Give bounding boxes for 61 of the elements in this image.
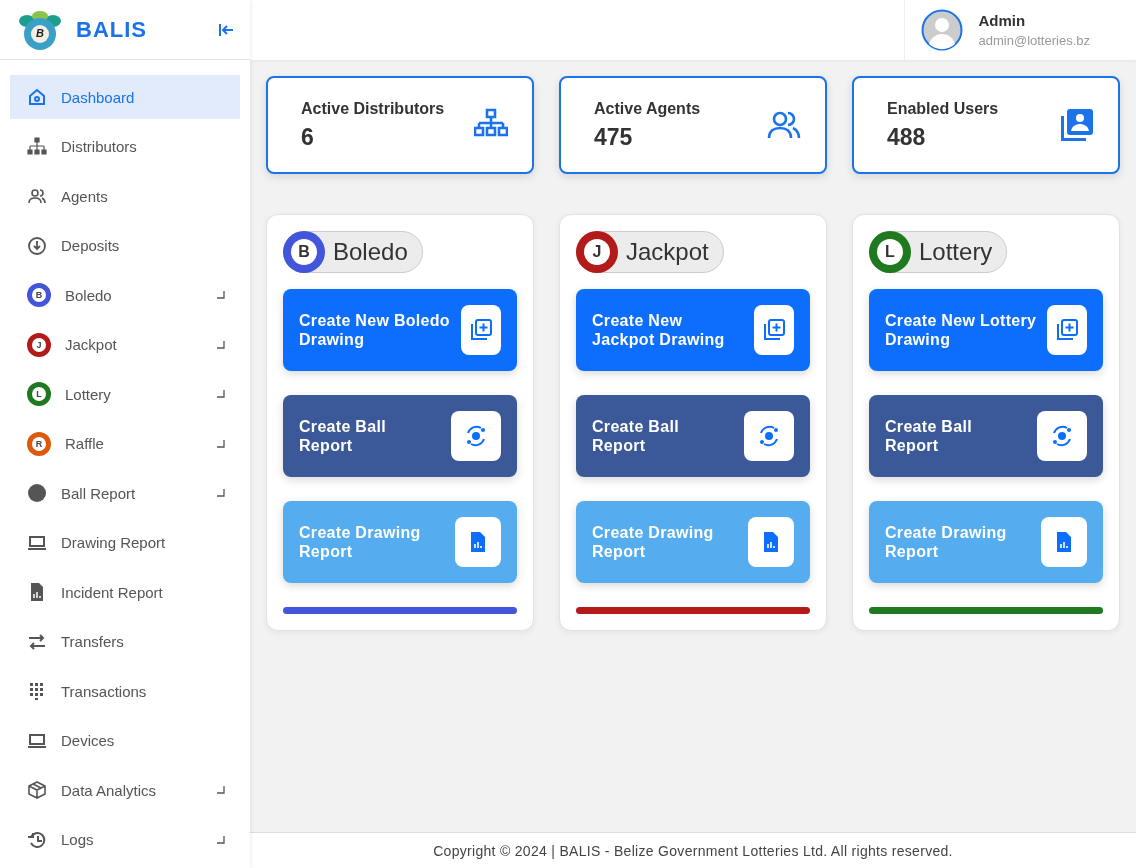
game-badge-icon: L bbox=[869, 231, 911, 273]
game-badge-icon: B bbox=[27, 283, 51, 307]
target-icon bbox=[451, 411, 501, 461]
collapse-sidebar-icon[interactable] bbox=[218, 22, 234, 37]
download-circle-icon bbox=[27, 235, 47, 256]
sidebar-item[interactable]: R Raffle bbox=[10, 421, 240, 466]
action-button[interactable]: Create Ball Report bbox=[576, 395, 810, 477]
sidebar-item[interactable]: Transactions bbox=[10, 669, 240, 713]
action-button[interactable]: Create New Jackpot Drawing bbox=[576, 289, 810, 371]
sidebar-item[interactable]: Transfers bbox=[10, 619, 240, 664]
document-chart-icon bbox=[748, 517, 794, 567]
target-icon bbox=[744, 411, 794, 461]
game-badge-icon: J bbox=[576, 231, 618, 273]
sidebar-item[interactable]: L Lottery bbox=[10, 372, 240, 416]
sidebar-item[interactable]: Agents bbox=[10, 174, 240, 218]
game-badge-icon: L bbox=[27, 382, 51, 406]
person-card-icon bbox=[1060, 108, 1094, 142]
cube-icon bbox=[27, 780, 47, 800]
sidebar-item[interactable]: Drawing Report bbox=[10, 520, 240, 565]
action-button[interactable]: Create New Boledo Drawing bbox=[283, 289, 517, 371]
game-title: Boledo bbox=[333, 238, 408, 266]
game-title: Lottery bbox=[919, 238, 993, 266]
sidebar-item[interactable]: B Boledo bbox=[10, 273, 240, 317]
sidebar-item[interactable]: J Jackpot bbox=[10, 322, 240, 367]
add-copy-icon bbox=[1047, 305, 1087, 355]
sidebar-item[interactable]: Data Analytics bbox=[10, 768, 240, 812]
stat-value: 488 bbox=[887, 123, 927, 151]
game-title: Jackpot bbox=[626, 238, 709, 266]
add-copy-icon bbox=[754, 305, 794, 355]
people-icon bbox=[27, 186, 47, 206]
stat-label: Active Agents bbox=[594, 99, 702, 118]
action-button[interactable]: Create Ball Report bbox=[283, 395, 517, 477]
brand-name: BALIS bbox=[76, 16, 148, 43]
sidebar-item[interactable]: Incident Report bbox=[10, 570, 240, 614]
hierarchy-icon bbox=[27, 136, 47, 157]
sidebar-item[interactable]: Dashboard bbox=[10, 75, 240, 119]
game-badge-icon: R bbox=[27, 431, 51, 456]
game-badge-icon: J bbox=[27, 332, 51, 357]
document-chart-icon bbox=[1041, 517, 1087, 567]
target-icon bbox=[1037, 411, 1087, 461]
sidebar-item[interactable]: Devices bbox=[10, 718, 240, 763]
sidebar-item[interactable]: Ball Report bbox=[10, 471, 240, 515]
action-button[interactable]: Create New Lottery Drawing bbox=[869, 289, 1103, 371]
stat-value: 475 bbox=[594, 123, 634, 151]
stat-label: Enabled Users bbox=[887, 99, 1000, 118]
copyright-text: Copyright © 2024 | BALIS - Belize Government Lotteries Ltd. All rights reserved. bbox=[433, 842, 953, 859]
add-copy-icon bbox=[461, 305, 501, 355]
home-icon bbox=[27, 87, 47, 107]
game-badge-icon: B bbox=[283, 231, 325, 273]
sidebar-item[interactable]: Logs bbox=[10, 817, 240, 862]
user-name: Admin bbox=[978, 12, 1027, 29]
document-chart-icon bbox=[455, 517, 501, 567]
sidebar-item[interactable]: Deposits bbox=[10, 223, 240, 268]
action-button[interactable]: Create Ball Report bbox=[869, 395, 1103, 477]
history-icon bbox=[27, 829, 47, 850]
user-email: admin@lotteries.bz bbox=[978, 33, 1090, 48]
avatar-icon bbox=[920, 9, 963, 51]
sidebar-item[interactable]: Distributors bbox=[10, 124, 240, 169]
swap-arrows-icon bbox=[27, 631, 47, 652]
stat-label: Active Distributors bbox=[301, 99, 446, 118]
stat-value: 6 bbox=[301, 123, 315, 151]
